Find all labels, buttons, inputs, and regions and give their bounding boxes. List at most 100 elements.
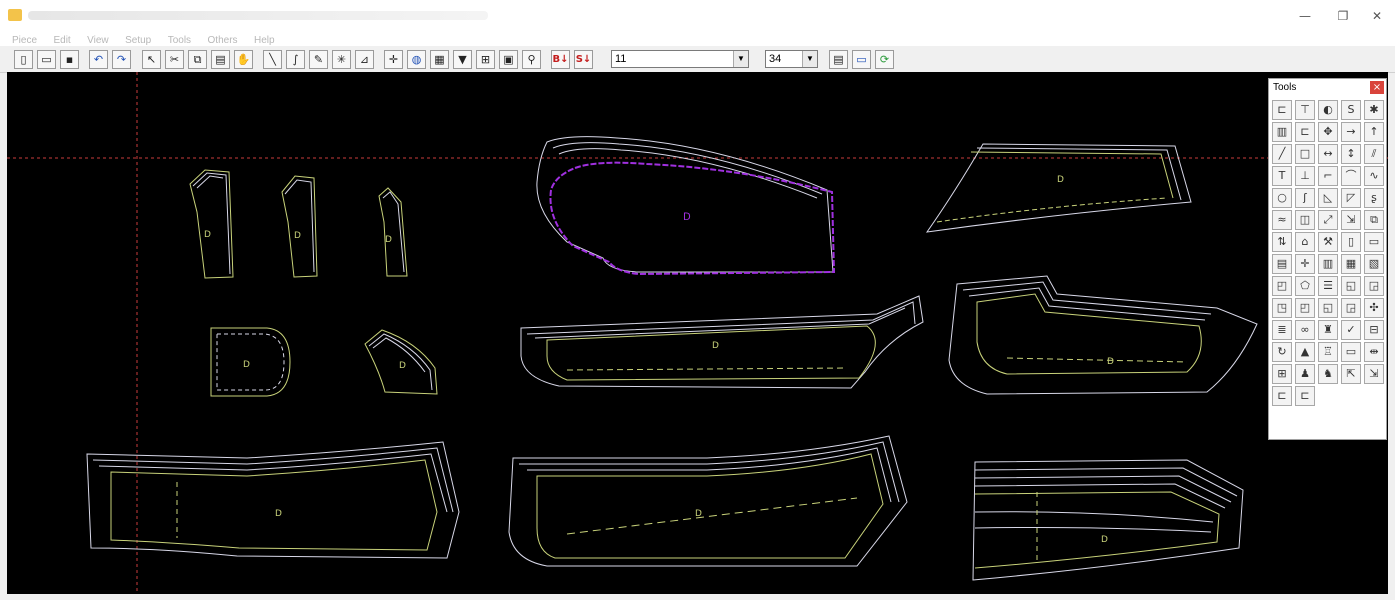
tool-doc-3-icon[interactable]: ▦ [1341,254,1361,274]
tool-tag-icon[interactable]: ⊏ [1295,122,1315,142]
filter-icon[interactable]: ▼ [453,50,472,69]
tool-corner-icon[interactable]: ⌐ [1318,166,1338,186]
tool-asterisk-icon[interactable]: ✱ [1364,100,1384,120]
tool-page-icon[interactable]: ▯ [1341,232,1361,252]
tool-horizontal-icon[interactable]: ↔ [1318,144,1338,164]
new-file-icon[interactable]: ▯ [14,50,33,69]
tool-arrow-up-icon[interactable]: ↑ [1364,122,1384,142]
tool-list-icon[interactable]: ≣ [1272,320,1292,340]
tool-doc-11-icon[interactable]: ◲ [1341,298,1361,318]
tool-cross-icon[interactable]: ✛ [1295,254,1315,274]
globe-icon[interactable]: ◍ [407,50,426,69]
tool-mirror-icon[interactable]: ◐ [1318,100,1338,120]
tool-green-move-icon[interactable]: ✣ [1364,298,1384,318]
hand-icon[interactable]: ✋ [234,50,253,69]
tool-doc-10-icon[interactable]: ◱ [1318,298,1338,318]
tool-stack-icon[interactable]: ☰ [1318,276,1338,296]
tool-doc-8-icon[interactable]: ◳ [1272,298,1292,318]
tool-grade-icon[interactable]: ◸ [1341,188,1361,208]
tool-red-s-icon[interactable]: ʂ [1364,188,1384,208]
pattern-piece-sleeve-selected[interactable]: ᗞ [536,136,836,276]
undo-icon[interactable]: ↶ [89,50,108,69]
tool-t-icon[interactable]: T [1272,166,1292,186]
monitor-icon[interactable]: ▭ [852,50,871,69]
tool-s-curve-icon[interactable]: S [1341,100,1361,120]
tool-triangle-icon[interactable]: ◺ [1318,188,1338,208]
tool-copy-icon[interactable]: ⧉ [1364,210,1384,230]
minimize-button[interactable]: — [1290,6,1320,26]
notch-icon[interactable]: ⊞ [476,50,495,69]
tool-lock-icon[interactable]: ⌂ [1295,232,1315,252]
tool-piece-icon[interactable]: ⊏ [1272,100,1292,120]
tool-arc-icon[interactable]: ⌒ [1341,166,1361,186]
tool-arrow-right-icon[interactable]: → [1341,122,1361,142]
tool-warning-icon[interactable]: ▲ [1295,342,1315,362]
tool-circle-icon[interactable]: ○ [1272,188,1292,208]
tool-wave-icon[interactable]: ∿ [1364,166,1384,186]
pattern-piece-strip-1[interactable]: ᗞ [189,169,234,279]
tool-doc-6-icon[interactable]: ◱ [1341,276,1361,296]
tool-check-icon[interactable]: ✓ [1341,320,1361,340]
tool-tag-2-icon[interactable]: ⊟ [1364,320,1384,340]
tool-stamp-icon[interactable]: ♜ [1318,320,1338,340]
size-select-2[interactable]: 34 ▼ [765,50,818,68]
line-icon[interactable]: ╲ [263,50,282,69]
open-folder-icon[interactable]: ▭ [37,50,56,69]
tool-figure-icon[interactable]: ♞ [1318,364,1338,384]
tool-folder-icon[interactable]: ▭ [1341,342,1361,362]
tool-pages-icon[interactable]: ▭ [1364,232,1384,252]
star-icon[interactable]: ✳ [332,50,351,69]
tool-purple-piece-icon[interactable]: ⊏ [1295,386,1315,406]
tool-move-icon[interactable]: ✥ [1318,122,1338,142]
pattern-piece-bottom-right[interactable]: ᗞ [972,459,1244,581]
tool-pentagon-icon[interactable]: ⬠ [1295,276,1315,296]
close-button[interactable]: ✕ [1362,6,1392,26]
save-icon[interactable]: ▪ [60,50,79,69]
measure-icon[interactable]: ⊿ [355,50,374,69]
tool-split-icon[interactable]: ⊤ [1295,100,1315,120]
size-select[interactable]: 11 ▼ [611,50,749,68]
tool-doc-5-icon[interactable]: ◰ [1272,276,1292,296]
tool-import-icon[interactable]: ⇲ [1364,364,1384,384]
drawing-canvas[interactable]: ᗞ ᗞ ᗞ ᗞ ᗞ ᗞ ᗞ ᗞ ᗞ ᗞ ᗞ ᗞ [7,72,1388,594]
tool-diagonal-icon[interactable]: ⤢ [1318,210,1338,230]
sort-down-button[interactable]: S↓ [574,50,593,69]
tool-rotate-icon[interactable]: ↻ [1272,342,1292,362]
tool-vertical-icon[interactable]: ↕ [1341,144,1361,164]
layers-icon[interactable]: ▦ [430,50,449,69]
pen-icon[interactable]: ✎ [309,50,328,69]
chevron-down-icon[interactable]: ▼ [802,51,817,67]
tool-rectangle-icon[interactable]: □ [1295,144,1315,164]
pattern-piece-pocket[interactable]: ᗞ [210,327,291,397]
tool-cup-icon[interactable]: ♖ [1318,342,1338,362]
pattern-piece-bottom-left[interactable]: ᗞ [86,441,460,559]
tool-doc-7-icon[interactable]: ◲ [1364,276,1384,296]
sort-up-button[interactable]: B↓ [551,50,570,69]
tool-pink-piece-icon[interactable]: ◫ [1295,210,1315,230]
tool-parallel-icon[interactable]: ⫽ [1364,144,1384,164]
maximize-button[interactable]: ❐ [1328,6,1358,26]
export-icon[interactable]: ▣ [499,50,518,69]
tool-perpendicular-icon[interactable]: ⊥ [1295,166,1315,186]
pattern-piece-bottom-middle[interactable]: ᗞ [508,435,908,567]
redo-icon[interactable]: ↷ [112,50,131,69]
pointer-icon[interactable]: ↖ [142,50,161,69]
chevron-down-icon[interactable]: ▼ [733,51,748,67]
paste-icon[interactable]: ▤ [211,50,230,69]
refresh-icon[interactable]: ⟳ [875,50,894,69]
curve-icon[interactable]: ∫ [286,50,305,69]
pattern-piece-right-middle[interactable]: ᗞ [948,275,1258,395]
tools-close-button[interactable]: × [1370,81,1384,94]
cross-icon[interactable]: ✛ [384,50,403,69]
page-icon[interactable]: ▤ [829,50,848,69]
tools-palette-header[interactable]: Tools × [1269,79,1386,97]
tool-person-icon[interactable]: ♟ [1295,364,1315,384]
tool-grid-icon[interactable]: ⊞ [1272,364,1292,384]
tool-blue-piece-icon[interactable]: ⊏ [1272,386,1292,406]
cut-icon[interactable]: ✂ [165,50,184,69]
pattern-piece-curve[interactable]: ᗞ [364,329,438,395]
tool-wrench-icon[interactable]: ⚒ [1318,232,1338,252]
tool-doc-4-icon[interactable]: ▧ [1364,254,1384,274]
tool-up-down-icon[interactable]: ⇅ [1272,232,1292,252]
pattern-piece-strip-3[interactable]: ᗞ [378,187,408,277]
